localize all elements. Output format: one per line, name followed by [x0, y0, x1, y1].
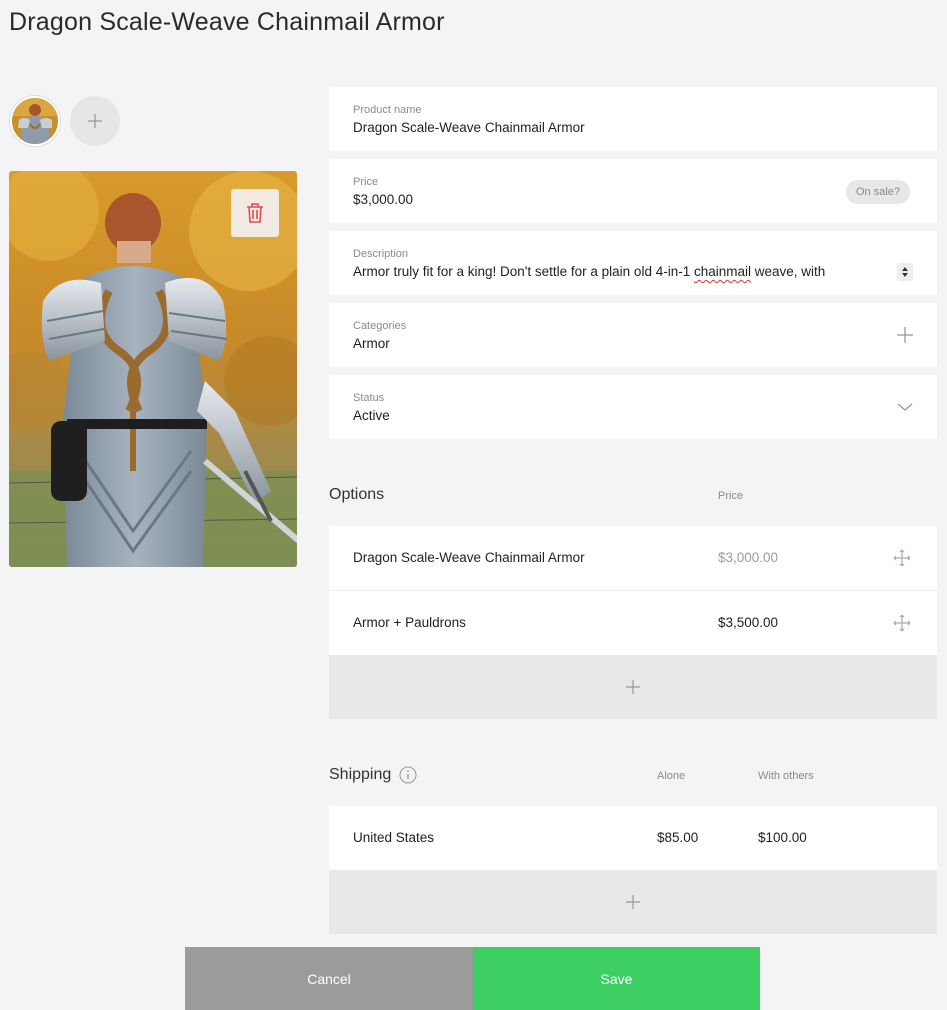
- option-row[interactable]: Dragon Scale-Weave Chainmail Armor $3,00…: [329, 526, 937, 590]
- info-icon[interactable]: [399, 766, 417, 784]
- delete-image-button[interactable]: [231, 189, 279, 237]
- description-scroll-spinner[interactable]: [897, 263, 913, 281]
- product-name-label: Product name: [353, 104, 422, 116]
- shipping-title: Shipping: [329, 766, 392, 783]
- shipping-alone-price[interactable]: $85.00: [657, 830, 698, 845]
- shipping-row[interactable]: United States $85.00 $100.00: [329, 806, 937, 870]
- armor-thumbnail-image: [12, 98, 58, 144]
- plus-icon: [626, 895, 640, 909]
- add-shipping-button[interactable]: [329, 870, 937, 934]
- option-price[interactable]: $3,500.00: [718, 615, 778, 630]
- description-text-start: Armor truly fit for a king! Don't settle…: [353, 264, 694, 279]
- option-name[interactable]: Armor + Pauldrons: [353, 615, 466, 630]
- shipping-alone-header: Alone: [657, 770, 686, 782]
- scroll-down-icon[interactable]: [902, 273, 908, 277]
- price-input[interactable]: $3,000.00: [353, 192, 413, 207]
- shipping-title-wrap: Shipping: [329, 766, 417, 784]
- status-label: Status: [353, 392, 385, 404]
- drag-handle-icon[interactable]: [893, 549, 911, 567]
- add-category-plus-icon[interactable]: [895, 325, 915, 345]
- cancel-button[interactable]: Cancel: [185, 947, 473, 1010]
- categories-value: Armor: [353, 336, 390, 351]
- shipping-others-price[interactable]: $100.00: [758, 830, 807, 845]
- product-name-input[interactable]: Dragon Scale-Weave Chainmail Armor: [353, 120, 585, 135]
- page-title: Dragon Scale-Weave Chainmail Armor: [9, 8, 445, 36]
- price-field[interactable]: Price $3,000.00 On sale?: [329, 159, 937, 223]
- status-field[interactable]: Status Active: [329, 375, 937, 439]
- chevron-down-icon[interactable]: [895, 397, 915, 417]
- drag-handle-icon[interactable]: [893, 614, 911, 632]
- product-thumbnail[interactable]: [10, 96, 60, 146]
- price-label: Price: [353, 176, 379, 188]
- option-name[interactable]: Dragon Scale-Weave Chainmail Armor: [353, 550, 585, 565]
- save-button[interactable]: Save: [473, 947, 760, 1010]
- options-price-header: Price: [718, 490, 744, 502]
- on-sale-toggle[interactable]: On sale?: [845, 180, 910, 204]
- description-field[interactable]: Description Armor truly fit for a king! …: [329, 231, 937, 295]
- categories-label: Categories: [353, 320, 407, 332]
- shipping-country[interactable]: United States: [353, 830, 434, 845]
- description-text-end: weave, with: [751, 264, 826, 279]
- plus-icon: [88, 114, 102, 128]
- product-name-field[interactable]: Product name Dragon Scale-Weave Chainmai…: [329, 87, 937, 151]
- add-option-button[interactable]: [329, 655, 937, 719]
- option-row[interactable]: Armor + Pauldrons $3,500.00: [329, 591, 937, 655]
- trash-icon: [247, 203, 263, 223]
- add-image-button[interactable]: [70, 96, 120, 146]
- shipping-others-header: With others: [758, 770, 814, 782]
- options-title: Options: [329, 486, 385, 503]
- description-textarea[interactable]: Armor truly fit for a king! Don't settle…: [353, 264, 825, 279]
- categories-field[interactable]: Categories Armor: [329, 303, 937, 367]
- scroll-up-icon[interactable]: [902, 267, 908, 271]
- misspelled-word: chainmail: [693, 264, 751, 279]
- description-label: Description: [353, 248, 409, 260]
- status-select[interactable]: Active: [353, 408, 390, 423]
- plus-icon: [626, 680, 640, 694]
- option-price[interactable]: $3,000.00: [718, 550, 778, 565]
